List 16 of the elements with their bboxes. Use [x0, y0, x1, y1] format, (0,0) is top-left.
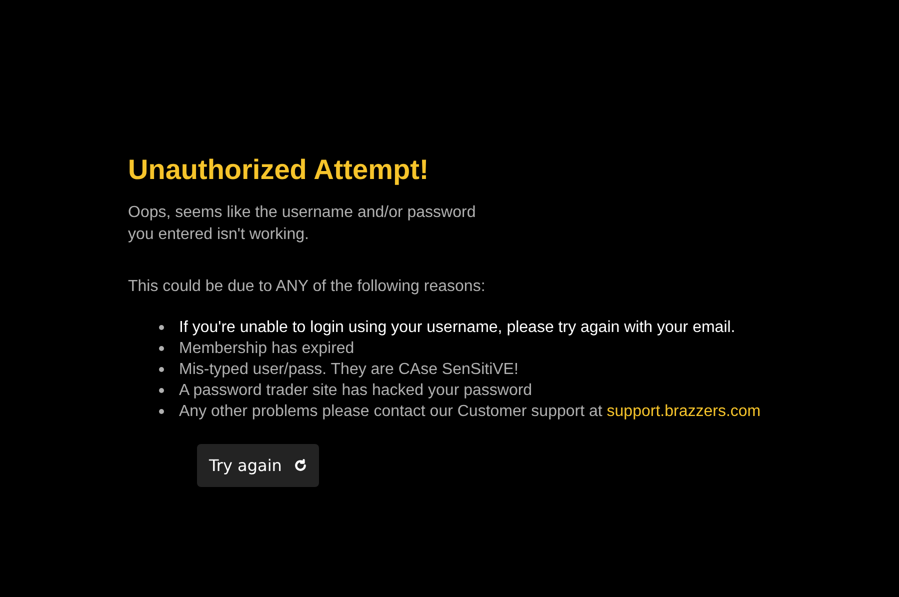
- reason-text: If you're unable to login using your username, please try again with your email.: [179, 318, 736, 336]
- reason-text: Any other problems please contact our Customer support at support.brazzers.com: [179, 402, 761, 420]
- bullet-icon: [159, 409, 164, 414]
- try-again-button[interactable]: Try again: [197, 444, 319, 487]
- bullet-icon: [159, 346, 164, 351]
- reasons-intro: This could be due to ANY of the following reasons:: [128, 277, 486, 297]
- reason-text: Membership has expired: [179, 340, 354, 358]
- page-heading: Unauthorized Attempt!: [128, 153, 430, 187]
- refresh-icon: [294, 459, 307, 472]
- reason-text: Mis-typed user/pass. They are CAse SenSitiVE!: [179, 360, 518, 378]
- bullet-icon: [159, 325, 164, 330]
- error-message: Oops, seems like the username and/or password you entered isn't working.: [128, 203, 476, 245]
- reason-text: A password trader site has hacked your password: [179, 382, 532, 400]
- support-link[interactable]: support.brazzers.com: [606, 402, 761, 420]
- bullet-icon: [159, 388, 164, 393]
- bullet-icon: [159, 367, 164, 372]
